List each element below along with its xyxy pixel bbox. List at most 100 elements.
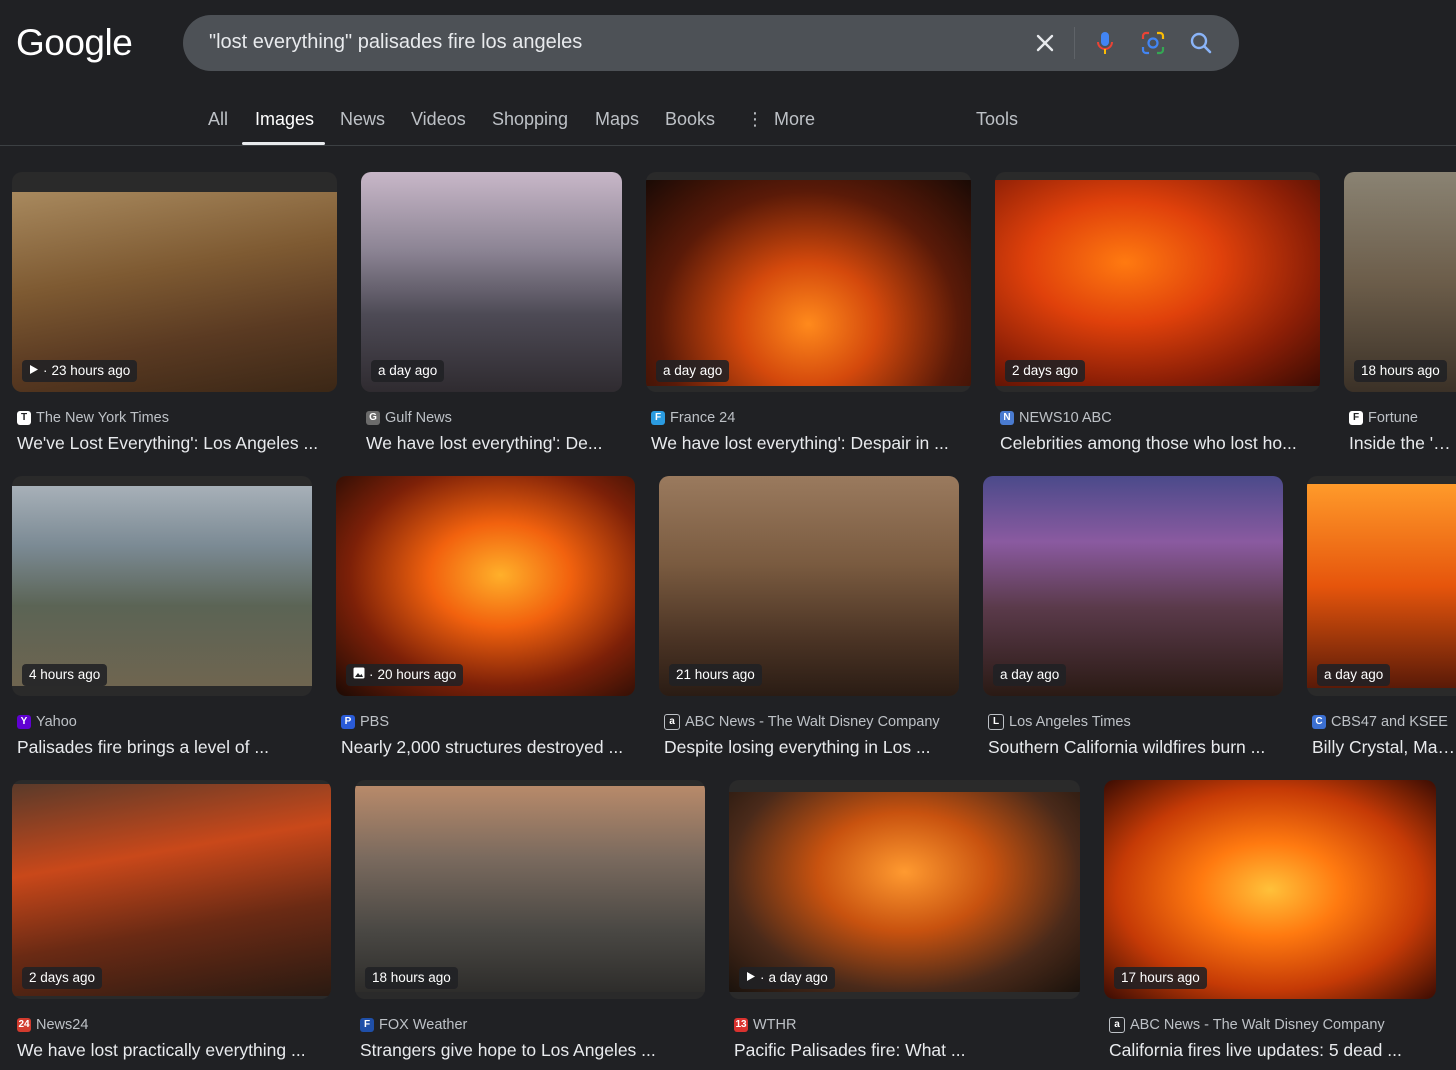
result-thumbnail[interactable]: a day ago — [361, 172, 622, 392]
result-source[interactable]: a ABC News - The Walt Disney Company — [1109, 1017, 1385, 1033]
source-favicon-icon: F — [651, 411, 665, 425]
result-thumbnail[interactable]: a day ago — [983, 476, 1283, 696]
image-result-card[interactable]: a day ago G Gulf News We have lost everythi… — [361, 172, 622, 462]
image-result-card[interactable]: · 20 hours ago P PBS Nearly 2,000 structures… — [336, 476, 635, 766]
result-thumbnail[interactable]: a day ago — [1307, 476, 1456, 696]
source-favicon-icon: P — [341, 715, 355, 729]
image-result-card[interactable]: 2 days ago N NEWS10 ABC Celebrities among t… — [995, 172, 1320, 462]
result-thumbnail[interactable]: · a day ago — [729, 780, 1080, 999]
result-source-name: Los Angeles Times — [1009, 714, 1131, 730]
result-time-badge: a day ago — [993, 664, 1067, 686]
image-icon — [353, 664, 365, 686]
result-thumbnail[interactable]: 2 days ago — [12, 780, 331, 999]
image-result-card[interactable]: 18 hours ago F FOX Weather Strangers give h… — [355, 780, 705, 1070]
image-result-card[interactable]: a day ago C CBS47 and KSEE Billy Crystal, M… — [1307, 476, 1456, 766]
source-favicon-icon: a — [1109, 1017, 1125, 1033]
source-favicon-icon: T — [17, 411, 31, 425]
result-thumbnail[interactable]: · 20 hours ago — [336, 476, 635, 696]
result-source[interactable]: P PBS — [341, 714, 389, 730]
result-source[interactable]: F Fortune — [1349, 410, 1418, 426]
result-thumbnail[interactable]: 21 hours ago — [659, 476, 959, 696]
result-source[interactable]: Y Yahoo — [17, 714, 77, 730]
result-time: 21 hours ago — [676, 667, 755, 682]
result-time-badge: 18 hours ago — [1354, 360, 1447, 382]
result-title[interactable]: Southern California wildfires burn ... — [988, 737, 1283, 758]
result-thumbnail[interactable]: a day ago — [646, 172, 971, 392]
result-source-name: FOX Weather — [379, 1017, 468, 1033]
result-time-badge: · 20 hours ago — [346, 664, 464, 686]
result-time-badge: 2 days ago — [1005, 360, 1086, 382]
result-title[interactable]: Inside the 'cha — [1349, 433, 1456, 454]
result-source[interactable]: 13 WTHR — [734, 1017, 797, 1033]
result-title[interactable]: Celebrities among those who lost ho... — [1000, 433, 1320, 454]
result-thumbnail[interactable]: 18 hours ago — [1344, 172, 1456, 392]
result-time-badge: · 23 hours ago — [22, 360, 138, 382]
result-title[interactable]: Pacific Palisades fire: What ... — [734, 1040, 1080, 1061]
result-image — [336, 476, 635, 696]
image-result-card[interactable]: · 23 hours ago T The New York Times We've Lo… — [12, 172, 337, 462]
result-thumbnail[interactable]: 2 days ago — [995, 172, 1320, 392]
image-result-card[interactable]: 4 hours ago Y Yahoo Palisades fire brings a… — [12, 476, 312, 766]
result-image — [983, 476, 1283, 696]
result-source-name: CBS47 and KSEE — [1331, 714, 1448, 730]
result-time: a day ago — [1000, 667, 1060, 682]
source-favicon-icon: G — [366, 411, 380, 425]
result-time: 4 hours ago — [29, 667, 101, 682]
result-title[interactable]: Strangers give hope to Los Angeles ... — [360, 1040, 705, 1061]
result-title[interactable]: Despite losing everything in Los ... — [664, 737, 959, 758]
result-source[interactable]: 24 News24 — [17, 1017, 88, 1033]
result-source[interactable]: T The New York Times — [17, 410, 169, 426]
result-source[interactable]: F France 24 — [651, 410, 735, 426]
result-image — [1307, 484, 1456, 688]
result-thumbnail[interactable]: 17 hours ago — [1104, 780, 1436, 999]
result-image — [729, 792, 1080, 992]
result-title[interactable]: Billy Crystal, Mand — [1312, 737, 1456, 758]
result-source[interactable]: G Gulf News — [366, 410, 452, 426]
result-time-badge: 4 hours ago — [22, 664, 108, 686]
result-title[interactable]: Nearly 2,000 structures destroyed ... — [341, 737, 635, 758]
result-source-name: NEWS10 ABC — [1019, 410, 1112, 426]
result-thumbnail[interactable]: · 23 hours ago — [12, 172, 337, 392]
result-source-name: France 24 — [670, 410, 736, 426]
result-thumbnail[interactable]: 18 hours ago — [355, 780, 705, 999]
badge-separator: · — [43, 363, 48, 378]
source-favicon-icon: N — [1000, 411, 1014, 425]
result-image — [361, 172, 622, 392]
image-results-grid: · 23 hours ago T The New York Times We've Lo… — [0, 0, 1456, 1069]
result-title[interactable]: We have lost everything': Despair in ... — [651, 433, 971, 454]
image-result-card[interactable]: · a day ago 13 WTHR Pacific Palisades fire: … — [729, 780, 1080, 1070]
result-time: 20 hours ago — [377, 667, 457, 682]
image-result-card[interactable]: 18 hours ago F Fortune Inside the 'cha — [1344, 172, 1456, 462]
result-title[interactable]: Palisades fire brings a level of ... — [17, 737, 312, 758]
result-source[interactable]: C CBS47 and KSEE — [1312, 714, 1448, 730]
result-source[interactable]: F FOX Weather — [360, 1017, 467, 1033]
result-time-badge: a day ago — [1317, 664, 1391, 686]
result-time: 18 hours ago — [372, 970, 451, 985]
result-image — [995, 180, 1320, 386]
source-favicon-icon: 13 — [734, 1018, 748, 1032]
result-source[interactable]: a ABC News - The Walt Disney Company — [664, 714, 940, 730]
result-source-name: Gulf News — [385, 410, 452, 426]
result-source-name: ABC News - The Walt Disney Company — [685, 714, 940, 730]
result-time-badge: 17 hours ago — [1114, 967, 1207, 989]
result-title[interactable]: California fires live updates: 5 dead ..… — [1109, 1040, 1436, 1061]
result-title[interactable]: We have lost everything': De... — [366, 433, 622, 454]
result-source[interactable]: N NEWS10 ABC — [1000, 410, 1112, 426]
result-thumbnail[interactable]: 4 hours ago — [12, 476, 312, 696]
result-time-badge: 2 days ago — [22, 967, 103, 989]
source-favicon-icon: Y — [17, 715, 31, 729]
result-title[interactable]: We've Lost Everything': Los Angeles ... — [17, 433, 337, 454]
result-source-name: News24 — [36, 1017, 89, 1033]
result-time-badge: a day ago — [656, 360, 730, 382]
result-time-badge: 18 hours ago — [365, 967, 458, 989]
play-icon — [29, 360, 39, 382]
image-result-card[interactable]: a day ago L Los Angeles Times Southern Cali… — [983, 476, 1283, 766]
image-result-card[interactable]: 21 hours ago a ABC News - The Walt Disney … — [659, 476, 959, 766]
result-title[interactable]: We have lost practically everything ... — [17, 1040, 331, 1061]
result-source-name: Fortune — [1368, 410, 1418, 426]
result-image — [12, 486, 312, 686]
image-result-card[interactable]: 17 hours ago a ABC News - The Walt Disney … — [1104, 780, 1436, 1070]
image-result-card[interactable]: 2 days ago 24 News24 We have lost practical… — [12, 780, 331, 1070]
image-result-card[interactable]: a day ago F France 24 We have lost everythi… — [646, 172, 971, 462]
result-source[interactable]: L Los Angeles Times — [988, 714, 1131, 730]
